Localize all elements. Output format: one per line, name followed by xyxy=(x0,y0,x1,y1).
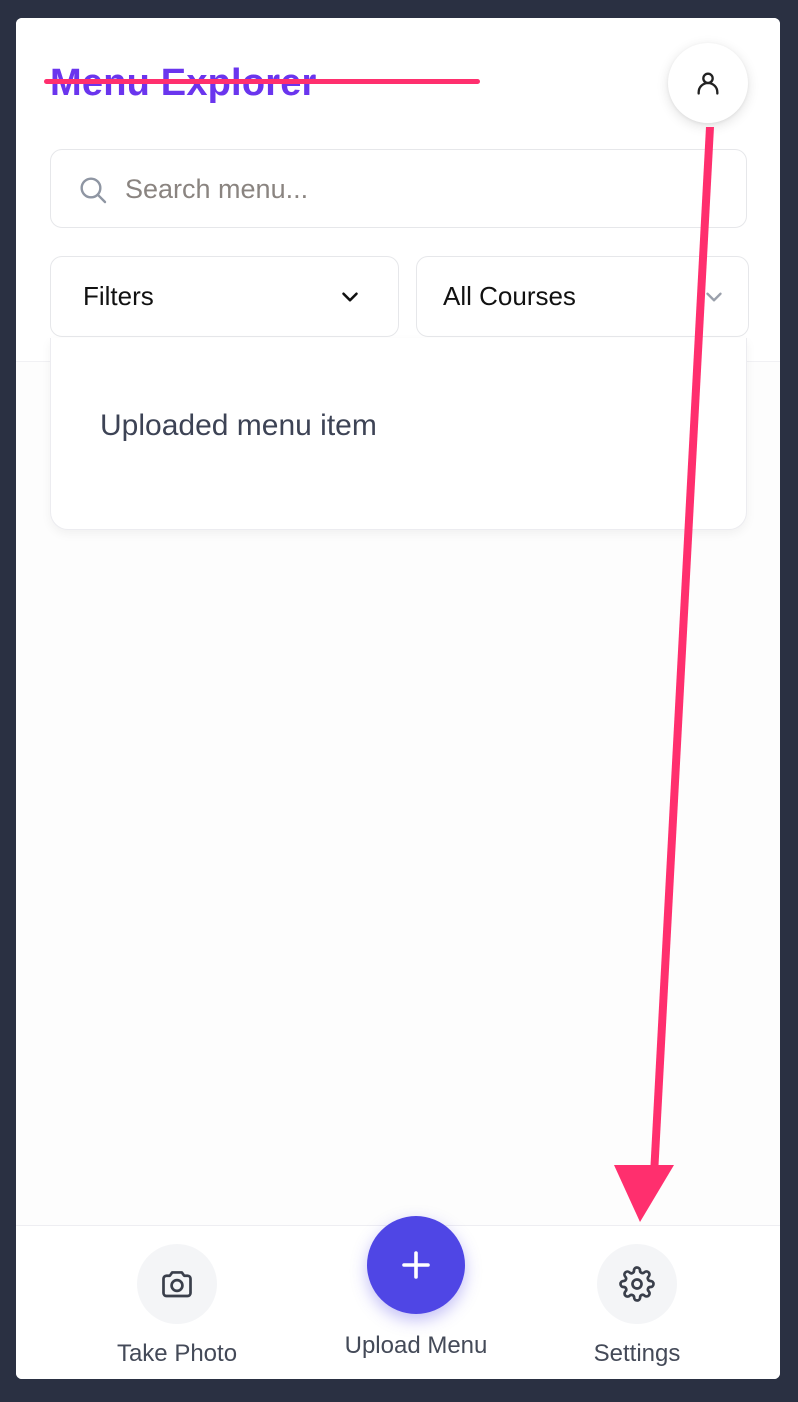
take-photo-circle[interactable] xyxy=(137,1244,217,1324)
upload-fab[interactable] xyxy=(367,1216,465,1314)
course-dropdown[interactable]: All Courses xyxy=(416,256,749,337)
strikethrough-annotation xyxy=(44,79,480,84)
plus-icon xyxy=(402,1251,430,1279)
search-icon xyxy=(80,177,107,204)
menu-item-label: Uploaded menu item xyxy=(100,409,377,442)
gear-icon xyxy=(619,1266,655,1302)
profile-button[interactable] xyxy=(668,43,748,123)
settings-label: Settings xyxy=(593,1340,681,1367)
filters-label: Filters xyxy=(83,281,154,311)
chevron-down-icon xyxy=(706,292,722,302)
bottom-nav: Take Photo Upload Menu Settings xyxy=(16,1216,780,1379)
take-photo-button[interactable]: Take Photo xyxy=(112,1244,242,1368)
chevron-down-icon xyxy=(342,292,358,302)
app-screen: Menu Explorer Filters All Courses xyxy=(16,18,780,1379)
menu-item-card[interactable]: Uploaded menu item xyxy=(50,338,747,530)
user-icon xyxy=(697,72,719,95)
course-selected-value: All Courses xyxy=(443,281,576,311)
upload-menu-label: Upload Menu xyxy=(344,1332,488,1359)
search-input[interactable] xyxy=(123,150,727,228)
header: Menu Explorer Filters All Courses xyxy=(16,18,780,362)
camera-icon xyxy=(162,1271,192,1298)
filters-dropdown[interactable]: Filters xyxy=(50,256,399,337)
settings-button[interactable]: Settings xyxy=(582,1244,692,1368)
search-box xyxy=(50,149,747,228)
take-photo-label: Take Photo xyxy=(116,1340,238,1367)
upload-menu-button[interactable]: Upload Menu xyxy=(331,1216,501,1360)
settings-circle[interactable] xyxy=(597,1244,677,1324)
